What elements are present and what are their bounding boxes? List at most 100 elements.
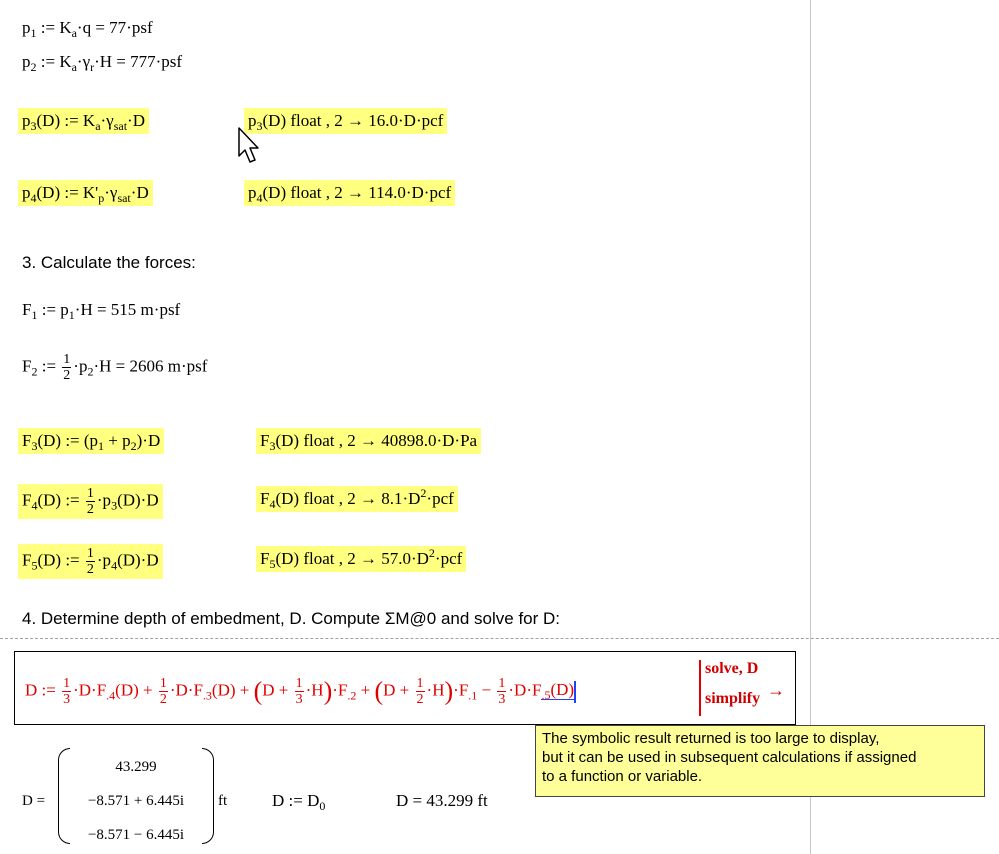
fraction-numerator: 1 (62, 676, 72, 692)
region-F5-evaluation[interactable]: F5(D) float , 2 → 57.0·D2·pcf (256, 546, 467, 572)
F2-value: ·H = 2606 m·psf (93, 356, 208, 376)
solve-expression[interactable]: D := 1 3 ·D·F.4(D) + 1 2 ·D·F.3(D) + (D + 13… (25, 676, 576, 707)
region-F3-definition[interactable]: F3(D) := (p1 + p2)·D (18, 428, 165, 454)
matrix-row: −8.571 + 6.445i (87, 793, 185, 809)
left-paren: ( (374, 676, 384, 706)
p2-sub: 2 (30, 60, 37, 74)
region-F4-evaluation[interactable]: F4(D) float , 2 → 8.1·D2·pcf (256, 486, 458, 512)
solve-term2-tail: (D) + (211, 680, 254, 700)
keyword-simplify[interactable]: simplify (705, 690, 760, 708)
solve-term5: ·D·F (508, 680, 542, 700)
solve-term2: ·D·F (169, 680, 203, 700)
region-F4-definition[interactable]: F4(D) := 1 2 ·p3(D)·D (18, 484, 163, 519)
p4-def-arg: (D) := K' (36, 183, 99, 202)
matrix-right-paren (202, 748, 214, 844)
F1-value: ·H = 515 m·psf (74, 300, 181, 319)
text-region-step3[interactable]: 3. Calculate the forces: (22, 252, 196, 274)
F5-def-mid: (D) := (37, 550, 84, 570)
matrix-left-paren (58, 748, 70, 844)
symbolic-result-tooltip: The symbolic result returned is too larg… (535, 725, 985, 797)
F4-eval-mid: (D) float , 2 → 8.1·D (275, 489, 421, 508)
solve-term5-tail: (D) (550, 680, 575, 700)
F4-def-tail: (D)·D (117, 490, 159, 510)
region-p4-evaluation[interactable]: p4(D) float , 2 → 114.0·D·pcf (244, 180, 456, 206)
solve-plus: + (356, 680, 375, 700)
matrix-row: 43.299 (115, 759, 157, 775)
fraction-denominator: 2 (63, 368, 71, 383)
fraction-numerator: 1 (85, 546, 95, 562)
p4-eval-result: (D) float , 2 → 114.0·D·pcf (262, 183, 452, 202)
fraction: 13 (497, 676, 507, 707)
p3-def-tail: ·D (127, 111, 145, 130)
editing-selection[interactable]: .5(D) (541, 680, 575, 701)
p1-rhs-k: K (59, 18, 72, 37)
F5-eval-unit: ·pcf (434, 549, 463, 568)
p3-symbol: p (22, 111, 31, 130)
symbolic-arrow: → (767, 680, 785, 700)
F5-def-tail: (D)·D (117, 550, 159, 570)
p4-gamma-sub: sat (117, 191, 131, 205)
fraction-numerator: 1 (294, 676, 304, 692)
solve-term3: ·F (332, 680, 348, 700)
solve-group2-head: D + (383, 680, 414, 700)
region-p3-definition[interactable]: p3(D) := Ka·γsat·D (18, 108, 149, 134)
fraction: 13 (294, 676, 304, 707)
region-p1[interactable]: p1 := Ka·q = 77·psf (22, 17, 153, 39)
F3-def-tail: )·D (136, 431, 161, 450)
text-region-step4[interactable]: 4. Determine depth of embedment, D. Comp… (22, 608, 560, 630)
p2-rhs-value: ·H = 777·psf (94, 52, 183, 71)
fraction-denominator: 2 (159, 692, 167, 707)
solve-term4-sub: .1 (468, 688, 478, 703)
right-paren: ) (323, 676, 333, 706)
fraction-denominator: 3 (498, 692, 506, 707)
solve-term1-tail: (D) + (115, 680, 157, 700)
region-F3-evaluation[interactable]: F3(D) float , 2 → 40898.0·D·Pa (256, 428, 482, 454)
fraction: 12 (85, 546, 95, 577)
fraction-numerator: 1 (62, 352, 72, 368)
region-p2[interactable]: p2 := Ka·γr·H = 777·psf (22, 51, 182, 73)
D-assign-text: D := D (272, 791, 320, 810)
region-F2[interactable]: F2 := 1 2 ·p2·H = 2606 m·psf (22, 352, 207, 383)
matrix-row: −8.571 − 6.445i (87, 827, 185, 843)
mathcad-worksheet[interactable]: p1 := Ka·q = 77·psf p2 := Ka·γr·H = 777·… (0, 0, 999, 854)
F5-p: ·p (96, 550, 112, 570)
p2-symbol: p (22, 52, 31, 71)
F4-p: ·p (96, 490, 112, 510)
region-F5-definition[interactable]: F5(D) := 1 2 ·p4(D)·D (18, 544, 163, 579)
region-F1[interactable]: F1 := p1·H = 515 m·psf (22, 299, 180, 321)
fraction: 12 (85, 486, 95, 517)
matrix-unit: ft (218, 793, 228, 809)
D-assign-index: 0 (319, 799, 326, 813)
p2-gamma: ·γ (76, 52, 91, 71)
region-D-assign[interactable]: D := D0 (272, 790, 325, 812)
p4-gamma: ·γ (104, 183, 118, 202)
F3-eval-result: (D) float , 2 → 40898.0·D·Pa (275, 431, 478, 450)
mouse-pointer-icon (238, 127, 259, 163)
solve-term2-sub: .3 (202, 688, 212, 703)
p1-rhs-value: ·q = 77·psf (76, 18, 153, 37)
fraction: 13 (62, 676, 72, 707)
p3-gamma: ·γ (100, 111, 114, 130)
text-cursor (574, 680, 576, 703)
assign-operator: := (40, 52, 60, 71)
region-p3-evaluation[interactable]: p3(D) float , 2 → 16.0·D·pcf (244, 108, 448, 134)
solve-group2-tail: ·H (426, 680, 445, 700)
p3-gamma-sub: sat (113, 119, 128, 133)
region-D-final[interactable]: D = 43.299 ft (396, 790, 488, 812)
solve-term4: ·F (453, 680, 469, 700)
fraction: 12 (415, 676, 425, 707)
solve-lhs: D := (25, 680, 61, 700)
solve-region[interactable]: D := 1 3 ·D·F.4(D) + 1 2 ·D·F.3(D) + (D + 13… (14, 651, 796, 725)
p4-def-tail: ·D (130, 183, 149, 202)
keyword-solve[interactable]: solve, D (705, 660, 758, 678)
tooltip-line3: to a function or variable. (542, 768, 703, 785)
region-p4-definition[interactable]: p4(D) := K'p·γsat·D (18, 180, 153, 206)
fraction: 12 (62, 352, 72, 383)
p3-eval-result: (D) float , 2 → 16.0·D·pcf (262, 111, 444, 130)
F2-mid: ·p (73, 356, 88, 376)
fraction-numerator: 1 (497, 676, 507, 692)
solve-term1: ·D·F (73, 680, 107, 700)
fraction-numerator: 1 (415, 676, 425, 692)
tooltip-line1: The symbolic result returned is too larg… (542, 730, 880, 747)
F1-mid: := p (37, 300, 69, 319)
